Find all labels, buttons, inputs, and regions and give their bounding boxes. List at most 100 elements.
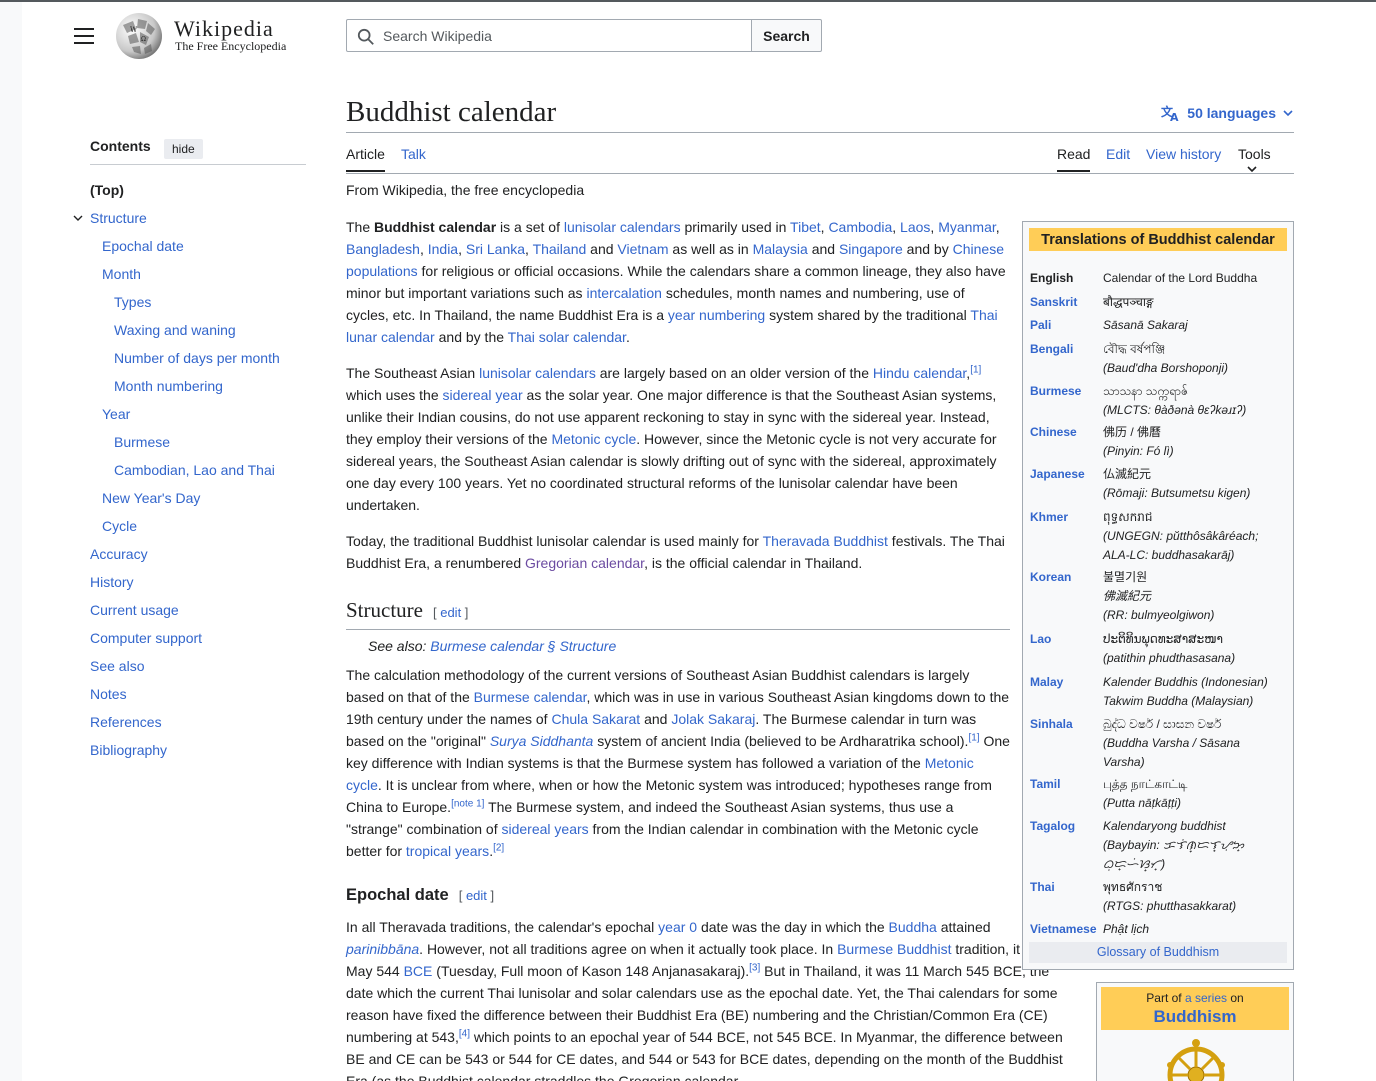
- infobox-language-label[interactable]: Pali: [1030, 316, 1102, 335]
- infobox-value-line: (Rōmaji: Butsumetsu kigen): [1103, 486, 1251, 500]
- wikipedia-globe-logo[interactable]: W Ω: [114, 11, 164, 61]
- infobox-language-label[interactable]: Sinhala: [1030, 715, 1102, 734]
- infobox-value-line: বৌদ্ধ বর্ষপঞ্জি: [1103, 342, 1166, 356]
- toc-item-label: Epochal date: [102, 238, 184, 254]
- infobox-value-line: (Putta nāṭkāṭṭi): [1103, 796, 1182, 810]
- infobox-language-label[interactable]: Malay: [1030, 673, 1102, 692]
- infobox-value-line: Kalender Buddhis (Indonesian): [1103, 675, 1268, 689]
- edit-epochal-link[interactable]: edit: [466, 888, 487, 903]
- toc-item[interactable]: Waxing and waning: [90, 320, 280, 348]
- infobox-language-label[interactable]: Khmer: [1030, 508, 1102, 527]
- tab-article[interactable]: Article: [346, 146, 385, 172]
- dharma-wheel-icon: [1167, 1039, 1225, 1081]
- infobox-value-line: 佛滅紀元: [1103, 589, 1152, 603]
- toc-item[interactable]: New Year's Day: [90, 488, 280, 516]
- infobox-language-label[interactable]: Bengali: [1030, 340, 1102, 359]
- toc-item[interactable]: Structure: [73, 208, 280, 236]
- tab-read[interactable]: Read: [1057, 146, 1091, 172]
- search-button[interactable]: Search: [751, 19, 822, 52]
- toc-item[interactable]: Epochal date: [90, 236, 280, 264]
- toc-item[interactable]: Computer support: [90, 628, 280, 656]
- toc-item[interactable]: Current usage: [90, 600, 280, 628]
- toc-item[interactable]: Cycle: [90, 516, 280, 544]
- infobox-value-line: (Pinyin: Fó lì): [1103, 444, 1174, 458]
- infobox-value: புத்த நாட்காட்டி (Putta nāṭkāṭṭi): [1103, 775, 1287, 813]
- toc-item[interactable]: Notes: [90, 684, 280, 712]
- toc-item[interactable]: (Top): [90, 180, 280, 208]
- tools-menu[interactable]: Tools: [1238, 146, 1294, 186]
- toc-item-label: Types: [114, 294, 152, 310]
- toc-item[interactable]: Number of days per month: [90, 348, 280, 376]
- infobox-language-label[interactable]: Tamil: [1030, 775, 1102, 794]
- toc-item-label: References: [90, 714, 162, 730]
- infobox-value: Sāsanā Sakaraj: [1103, 316, 1287, 335]
- toc-item-label: Accuracy: [90, 546, 148, 562]
- infobox-value-line: (UNGEGN: pŭtthôsâkâréach;: [1103, 529, 1259, 543]
- series-topic[interactable]: Buddhism: [1101, 1007, 1289, 1027]
- infobox-value-line: ពុទ្ធសករាជ: [1103, 510, 1153, 524]
- infobox-value: বৌদ্ধ বর্ষপঞ্জি (Baud'dha Borshoponji): [1103, 340, 1287, 378]
- infobox-language-label[interactable]: Sanskrit: [1030, 293, 1102, 312]
- structure-paragraph: The calculation methodology of the curre…: [346, 667, 1010, 859]
- search-box[interactable]: [346, 19, 752, 52]
- toc-item-label: Year: [102, 406, 131, 422]
- section-heading-structure: Structure[ edit ]: [346, 598, 469, 622]
- infobox-language-label[interactable]: Thai: [1030, 878, 1102, 897]
- tab-view-history[interactable]: View history: [1146, 146, 1221, 170]
- toc-item-label: See also: [90, 658, 145, 674]
- toc-item[interactable]: Year: [90, 404, 280, 432]
- tab-talk[interactable]: Talk: [401, 146, 426, 170]
- tab-edit[interactable]: Edit: [1106, 146, 1130, 170]
- chevron-down-icon: [1283, 110, 1293, 117]
- toc-item[interactable]: Accuracy: [90, 544, 280, 572]
- infobox-value-line: Varsha): [1103, 755, 1145, 769]
- toc-item[interactable]: Types: [90, 292, 280, 320]
- infobox-title: Translations of Buddhist calendar: [1029, 228, 1287, 251]
- toc-hide-button[interactable]: hide: [164, 139, 203, 159]
- chevron-down-icon[interactable]: [72, 212, 84, 224]
- toc-item[interactable]: Burmese: [90, 432, 280, 460]
- toc-item-label: Number of days per month: [114, 350, 280, 366]
- infobox-language-label[interactable]: Tagalog: [1030, 817, 1102, 836]
- infobox-value-line: (MLCTS: θàðənà θɛʔkəɹɪʔ): [1103, 403, 1247, 417]
- toc-item[interactable]: Bibliography: [90, 740, 280, 768]
- toc-item[interactable]: References: [90, 712, 280, 740]
- infobox-language-label[interactable]: Lao: [1030, 630, 1102, 649]
- edit-structure-link[interactable]: edit: [440, 605, 461, 620]
- translate-icon: 文 A: [1161, 104, 1179, 122]
- glossary-link[interactable]: Glossary of Buddhism: [1097, 945, 1219, 959]
- infobox-language-label[interactable]: Vietnamese: [1030, 920, 1102, 939]
- series-link[interactable]: a series: [1185, 991, 1227, 1005]
- toc-item-label: Month numbering: [114, 378, 223, 394]
- infobox-language-label[interactable]: Burmese: [1030, 382, 1102, 401]
- lead-paragraph-1: The Buddhist calendar is a set of luniso…: [346, 219, 1006, 345]
- search-input[interactable]: [383, 26, 743, 46]
- toc-item[interactable]: See also: [90, 656, 280, 684]
- main-menu-icon[interactable]: [74, 28, 94, 44]
- infobox-value-line: (Baud'dha Borshoponji): [1103, 361, 1229, 375]
- languages-button[interactable]: 文 A 50 languages: [1161, 104, 1294, 122]
- toc-item[interactable]: History: [90, 572, 280, 600]
- toc-item-label: Cambodian, Lao and Thai: [114, 462, 275, 478]
- infobox-language-label[interactable]: Korean: [1030, 568, 1102, 587]
- infobox-value-line: Sāsanā Sakaraj: [1103, 318, 1188, 332]
- site-subtitle: From Wikipedia, the free encyclopedia: [346, 182, 585, 198]
- section-heading-epochal-date: Epochal date[ edit ]: [346, 886, 495, 904]
- toc-header: Contents hide: [90, 138, 306, 165]
- svg-text:A: A: [1170, 111, 1179, 122]
- toc-item[interactable]: Month numbering: [90, 376, 280, 404]
- infobox-value-line: (Baybayin: ᜃᜎᜒᜈ᜔ᜇᜎ᜔ᜌᜓᜅ᜔ ᜊᜓᜇ᜔ᜑᜒᜐ᜔ᜆ᜔): [1103, 838, 1245, 871]
- toc-item[interactable]: Month: [90, 264, 280, 292]
- infobox-value-line: ປະຕິທິນພຸດທະສາສະໜາ: [1103, 632, 1224, 646]
- infobox-value: ពុទ្ធសករាជ (UNGEGN: pŭtthôsâkâréach; ALA-L…: [1103, 508, 1287, 565]
- infobox-value-line: သာသနာ သက္ကရာဇ်: [1103, 384, 1188, 398]
- page: W Ω Wikipedia The Free Encyclopedia Sear…: [22, 2, 1376, 1081]
- see-also-link[interactable]: Burmese calendar § Structure: [430, 638, 616, 654]
- toc-item[interactable]: Cambodian, Lao and Thai: [90, 460, 280, 488]
- infobox-language-label[interactable]: Chinese: [1030, 423, 1102, 442]
- infobox-language-label[interactable]: Japanese: [1030, 465, 1102, 484]
- toc-item-label: Burmese: [114, 434, 171, 450]
- infobox-value-line: බුද්ධ වර්ෂ / සාසන වර්ෂ: [1103, 717, 1222, 731]
- infobox-value-line: Phật lịch: [1103, 922, 1150, 936]
- chevron-down-icon: [1247, 166, 1257, 173]
